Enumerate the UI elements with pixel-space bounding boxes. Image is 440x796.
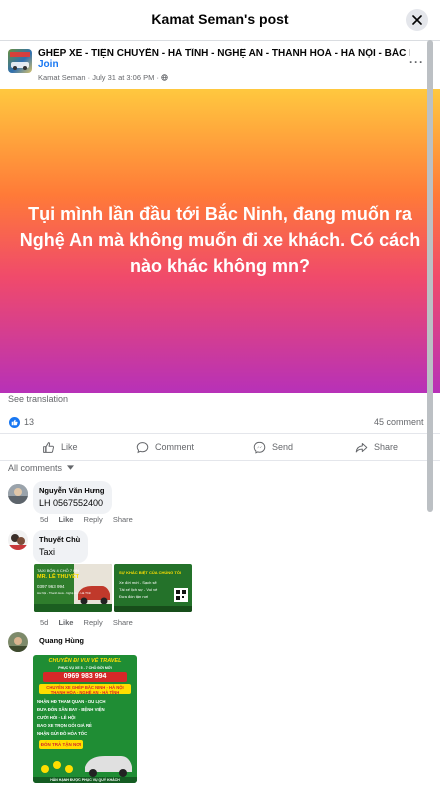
comment-actions: 5d Like Reply Share — [40, 515, 141, 524]
card2-line3: Tài xế lịch sự - Vui vẻ — [119, 587, 158, 592]
like-count[interactable]: 13 — [24, 417, 34, 427]
thumbs-up-icon — [11, 419, 18, 426]
comment-time[interactable]: 5d — [40, 515, 48, 524]
comment-author-2[interactable]: Thuyết Chù — [39, 535, 80, 544]
card2-line1: SỰ KHÁC BIỆT CỦA CHÚNG TÔI — [119, 570, 182, 575]
card1-line1: TAXI BỐN 4 CHỖ 7 HN — [37, 568, 79, 573]
group-avatar[interactable] — [8, 49, 32, 73]
comment-like-link[interactable]: Like — [58, 515, 73, 524]
commenter-avatar[interactable] — [8, 484, 28, 504]
flyer-service-2: ĐƯA ĐÓN SÂN BAY - BỆNH VIỆN — [37, 707, 105, 712]
post-dialog-header: Kamat Seman's post — [0, 0, 440, 41]
comment-author-3[interactable]: Quang Hùng — [39, 636, 84, 645]
flyer-phone: 0969 983 994 — [63, 673, 107, 680]
comment-image-business-card-back[interactable]: SỰ KHÁC BIỆT CỦA CHÚNG TÔI Xe đời mới - … — [114, 564, 192, 612]
comment-icon — [136, 441, 149, 453]
like-icon — [43, 441, 54, 453]
group-name-link[interactable]: GHÉP XE - TIỆN CHUYẾN - HÀ TĨNH - NGHỆ A… — [38, 48, 410, 59]
flyer-footer: HÂN HẠNH ĐƯỢC PHỤC VỤ QUÝ KHÁCH — [50, 778, 120, 782]
avatar-photo-icon-3 — [8, 632, 28, 652]
group-name-line: GHÉP XE - TIỆN CHUYẾN - HÀ TĨNH - NGHỆ A… — [38, 48, 410, 70]
comment-time-2[interactable]: 5d — [40, 618, 48, 627]
post-header: GHÉP XE - TIỆN CHUYẾN - HÀ TĨNH - NGHỆ A… — [0, 41, 440, 89]
post-date[interactable]: July 31 at 3:06 PM — [92, 73, 154, 82]
see-translation-link[interactable]: See translation — [8, 394, 68, 404]
flyer-badge: ĐÓN TRẢ TẬN NƠI — [40, 742, 82, 747]
like-reaction-icon[interactable] — [9, 417, 20, 428]
share-button[interactable]: Share — [355, 439, 398, 455]
comment-text-2: Taxi — [39, 547, 56, 557]
comment-count[interactable]: 45 comment — [374, 417, 424, 427]
comments-filter[interactable]: All comments — [8, 463, 74, 473]
comment-bubble: Nguyễn Văn Hưng LH 0567552400 — [33, 481, 113, 514]
comment-image-business-card-front[interactable]: TAXI BỐN 4 CHỖ 7 HN MR. LÊ THUYẾT 0397 9… — [34, 564, 112, 612]
scrollbar[interactable] — [426, 40, 434, 796]
reaction-stats: 13 45 comment — [0, 411, 440, 434]
comment-bubble-2: Thuyết Chù Taxi — [33, 530, 89, 563]
group-photo-icon — [10, 52, 30, 70]
card1-line3: 0397 963 994 — [37, 584, 65, 589]
close-button[interactable] — [406, 9, 428, 31]
card2-line2: Xe đời mới - Sạch sẽ — [119, 580, 157, 585]
flyer-service-1: NHẬN HĐ THAM QUAN - DU LỊCH — [37, 699, 106, 704]
card1-line4: Hà Nội - Thanh Hoá - Nghệ An - Hà Tĩnh — [37, 591, 92, 595]
commenter-avatar-2[interactable] — [8, 530, 28, 550]
globe-icon — [161, 74, 168, 81]
comment-share-link[interactable]: Share — [113, 515, 133, 524]
comment-reply-link-2[interactable]: Reply — [84, 618, 103, 627]
share-label: Share — [374, 442, 399, 452]
dialog-title: Kamat Seman's post — [151, 11, 289, 27]
post-text-background: Tụi mình lần đầu tới Bắc Ninh, đang muốn… — [0, 89, 440, 393]
comment-share-link-2[interactable]: Share — [113, 618, 133, 627]
comment-text: LH 0567552400 — [39, 498, 104, 508]
flyer-subtitle: PHỤC VỤ XE 5 - 7 CHỖ ĐỜI MỚI — [58, 666, 112, 670]
comment-reply-link[interactable]: Reply — [84, 515, 103, 524]
like-button[interactable]: Like — [42, 439, 78, 455]
like-label: Like — [61, 442, 78, 452]
scrollbar-thumb[interactable] — [427, 40, 433, 512]
close-icon — [412, 15, 422, 25]
more-options-icon[interactable]: ··· — [409, 55, 424, 69]
comments-filter-label: All comments — [8, 463, 63, 473]
caret-down-icon — [66, 465, 74, 470]
comment-author[interactable]: Nguyễn Văn Hưng — [39, 486, 104, 495]
meta-separator-2: · — [156, 73, 159, 82]
flyer-service-5: NHẬN GỬI ĐỒ HỎA TỐC — [37, 731, 88, 736]
card1-line2: MR. LÊ THUYẾT — [37, 574, 80, 580]
comment-image-travel-flyer[interactable]: CHUYÊN ĐI VUI VẺ TRAVEL PHỤC VỤ XE 5 - 7… — [33, 655, 137, 783]
flyer-route-2: THANH HÓA - NGHỆ AN - HÀ TĨNH — [50, 690, 120, 695]
comment-button[interactable]: Comment — [136, 439, 194, 455]
flyer-title: CHUYÊN ĐI VUI VẺ TRAVEL — [48, 658, 122, 664]
card2-line4: Đưa đón tận nơi — [119, 594, 149, 599]
send-label: Send — [272, 442, 294, 452]
meta-separator: · — [87, 73, 91, 82]
comment-like-link-2[interactable]: Like — [58, 618, 73, 627]
post-author[interactable]: Kamat Seman — [38, 73, 86, 82]
comment-actions-2: 5d Like Reply Share — [40, 618, 141, 627]
join-group-link[interactable]: Join — [38, 59, 59, 70]
post-meta: Kamat Seman · July 31 at 3:06 PM · — [38, 73, 168, 82]
post-actions: Like Comment Send Share — [0, 434, 440, 461]
post-text: Tụi mình lần đầu tới Bắc Ninh, đang muốn… — [19, 204, 421, 276]
send-button[interactable]: Send — [253, 439, 293, 455]
avatar-photo-icon-2 — [8, 530, 28, 550]
avatar-photo-icon — [8, 484, 28, 504]
messenger-icon — [253, 441, 266, 454]
flyer-service-4: BAO XE TRỌN GÓI GIÁ RẺ — [37, 723, 92, 728]
commenter-avatar-3[interactable] — [8, 632, 28, 652]
share-icon — [355, 442, 368, 452]
flyer-service-3: CƯỚI HỎI - LỄ HỘI — [37, 715, 76, 720]
comment-label: Comment — [155, 442, 195, 452]
